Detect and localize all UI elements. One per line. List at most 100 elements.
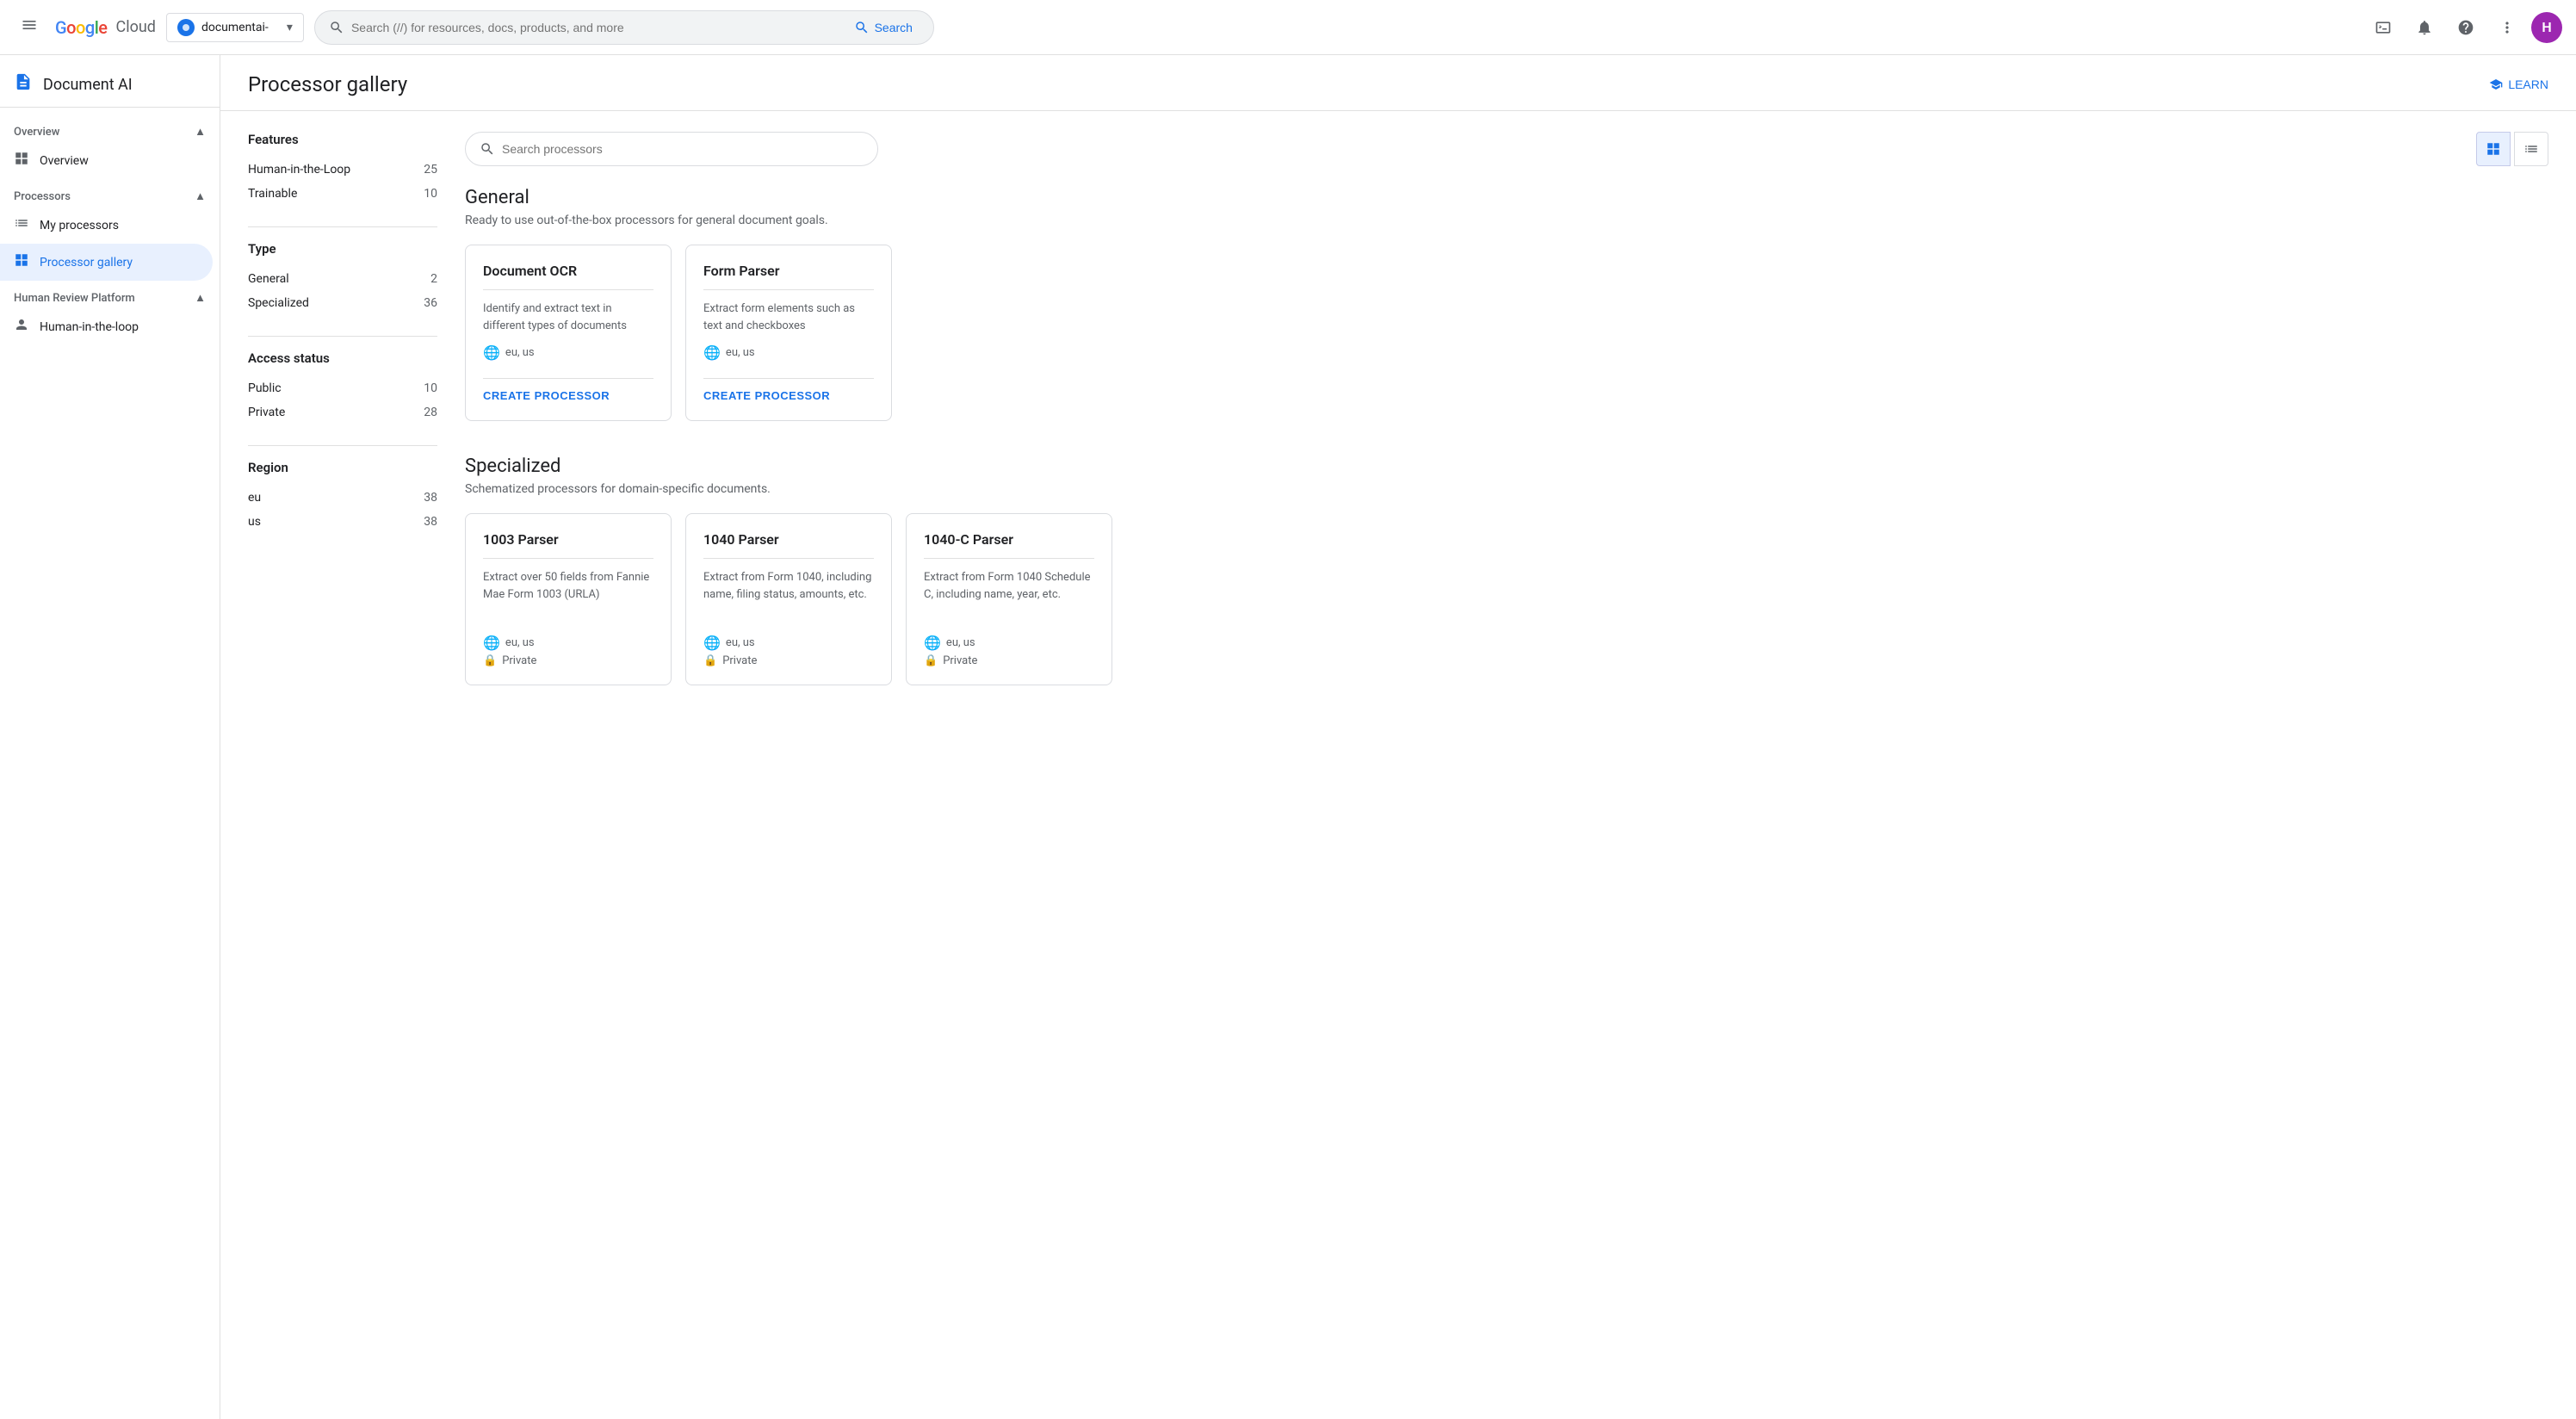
category-general-title: General — [465, 187, 2548, 208]
gallery-area: General Ready to use out-of-the-box proc… — [465, 132, 2548, 720]
card-1040c-parser-access-label: Private — [943, 654, 977, 667]
human-in-loop-icon — [14, 317, 29, 337]
avatar[interactable]: H — [2531, 12, 2562, 43]
filter-feature-hitl-label: Human-in-the-Loop — [248, 163, 350, 177]
globe-icon-5: 🌐 — [924, 635, 941, 651]
list-view-button[interactable] — [2514, 132, 2548, 166]
filter-feature-trainable-label: Trainable — [248, 187, 297, 201]
card-1003-parser-title: 1003 Parser — [483, 531, 653, 548]
sidebar-section-hrp[interactable]: Human Review Platform ▲ — [0, 281, 220, 308]
card-form-parser-regions: 🌐 eu, us — [703, 344, 874, 361]
filter-region-us-count: 38 — [424, 515, 437, 529]
filter-access-private[interactable]: Private 28 — [248, 400, 437, 424]
card-document-ocr-title: Document OCR — [483, 263, 653, 279]
search-button[interactable]: Search — [847, 15, 920, 40]
search-processors-input[interactable] — [502, 142, 864, 156]
filter-access-public[interactable]: Public 10 — [248, 376, 437, 400]
filter-panel: Features Human-in-the-Loop 25 Trainable … — [248, 132, 437, 720]
grid-view-button[interactable] — [2476, 132, 2511, 166]
search-processors-container — [465, 132, 878, 166]
sidebar-section-hrp-chevron: ▲ — [195, 291, 206, 305]
main-content: Processor gallery LEARN Features Human-i… — [220, 55, 2576, 1419]
card-document-ocr-regions: 🌐 eu, us — [483, 344, 653, 361]
filter-type-specialized-count: 36 — [424, 296, 437, 310]
document-ai-icon — [14, 72, 33, 96]
filter-type-specialized[interactable]: Specialized 36 — [248, 291, 437, 315]
sidebar-app-header: Document AI — [0, 62, 220, 108]
filter-section-type: Type General 2 Specialized 36 — [248, 241, 437, 315]
lock-icon-2: 🔒 — [703, 654, 717, 667]
category-general-desc: Ready to use out-of-the-box processors f… — [465, 214, 2548, 227]
card-document-ocr-footer: CREATE PROCESSOR — [483, 378, 653, 403]
general-processor-grid: Document OCR Identify and extract text i… — [465, 245, 2548, 421]
card-document-ocr-regions-label: eu, us — [505, 346, 535, 359]
filter-type-general-label: General — [248, 272, 289, 286]
card-form-parser-desc: Extract form elements such as text and c… — [703, 301, 874, 334]
sidebar-item-my-processors-label: My processors — [40, 219, 119, 232]
list-view-icon — [2523, 141, 2539, 157]
filter-access-public-label: Public — [248, 381, 282, 395]
card-1040-parser-regions: 🌐 eu, us — [703, 635, 874, 651]
card-1040-parser-regions-label: eu, us — [726, 636, 755, 649]
filter-type-title: Type — [248, 241, 437, 257]
card-1003-parser-access-label: Private — [502, 654, 536, 667]
processor-card-document-ocr[interactable]: Document OCR Identify and extract text i… — [465, 245, 672, 421]
global-search-input[interactable] — [351, 21, 847, 34]
grid-view-icon — [2486, 141, 2501, 157]
top-nav: Google Cloud documentai- ▾ Search H — [0, 0, 2576, 55]
search-btn-icon — [854, 20, 870, 35]
filter-type-specialized-label: Specialized — [248, 296, 309, 310]
notifications-icon[interactable] — [2407, 10, 2442, 45]
search-btn-label: Search — [875, 21, 913, 34]
sidebar: Document AI Overview ▲ Overview Processo… — [0, 55, 220, 1419]
sidebar-section-overview[interactable]: Overview ▲ — [0, 115, 220, 142]
menu-icon[interactable] — [14, 9, 45, 45]
my-processors-icon — [14, 215, 29, 235]
processor-card-1003-parser[interactable]: 1003 Parser Extract over 50 fields from … — [465, 513, 672, 685]
sidebar-item-processor-gallery[interactable]: Processor gallery — [0, 244, 213, 281]
globe-icon-2: 🌐 — [703, 344, 721, 361]
filter-region-eu-count: 38 — [424, 491, 437, 505]
sidebar-item-overview[interactable]: Overview — [0, 142, 213, 179]
globe-icon-3: 🌐 — [483, 635, 500, 651]
filter-feature-hitl[interactable]: Human-in-the-Loop 25 — [248, 158, 437, 182]
card-form-parser-footer: CREATE PROCESSOR — [703, 378, 874, 403]
global-search-container: Search — [314, 10, 934, 45]
learn-button[interactable]: LEARN — [2489, 77, 2548, 91]
sidebar-section-processors-chevron: ▲ — [195, 189, 206, 203]
category-specialized-desc: Schematized processors for domain-specif… — [465, 482, 2548, 496]
page-header: Processor gallery LEARN — [220, 55, 2576, 111]
sidebar-item-processor-gallery-label: Processor gallery — [40, 256, 133, 270]
card-1003-parser-desc: Extract over 50 fields from Fannie Mae F… — [483, 569, 653, 624]
card-1003-parser-regions: 🌐 eu, us — [483, 635, 653, 651]
filter-type-general[interactable]: General 2 — [248, 267, 437, 291]
sidebar-item-human-in-the-loop[interactable]: Human-in-the-loop — [0, 308, 213, 345]
filter-region-us[interactable]: us 38 — [248, 510, 437, 534]
processor-card-1040c-parser[interactable]: 1040-C Parser Extract from Form 1040 Sch… — [906, 513, 1112, 685]
terminal-icon[interactable] — [2366, 10, 2400, 45]
processor-card-1040-parser[interactable]: 1040 Parser Extract from Form 1040, incl… — [685, 513, 892, 685]
create-form-parser-button[interactable]: CREATE PROCESSOR — [703, 389, 830, 402]
processor-card-form-parser[interactable]: Form Parser Extract form elements such a… — [685, 245, 892, 421]
filter-region-eu[interactable]: eu 38 — [248, 486, 437, 510]
google-cloud-logo: Google Cloud — [55, 17, 156, 38]
filter-feature-trainable-count: 10 — [424, 187, 437, 201]
category-specialized: Specialized Schematized processors for d… — [465, 455, 2548, 685]
project-selector[interactable]: documentai- ▾ — [166, 13, 304, 42]
card-document-ocr-desc: Identify and extract text in different t… — [483, 301, 653, 334]
sidebar-section-processors[interactable]: Processors ▲ — [0, 179, 220, 207]
card-1003-parser-access: 🔒 Private — [483, 654, 653, 667]
gallery-toolbar — [465, 132, 2548, 166]
learn-label: LEARN — [2508, 77, 2548, 91]
card-1040c-parser-desc: Extract from Form 1040 Schedule C, inclu… — [924, 569, 1094, 624]
filter-feature-trainable[interactable]: Trainable 10 — [248, 182, 437, 206]
sidebar-section-hrp-label: Human Review Platform — [14, 292, 135, 305]
more-menu-icon[interactable] — [2490, 10, 2524, 45]
sidebar-item-my-processors[interactable]: My processors — [0, 207, 213, 244]
cloud-label: Cloud — [116, 18, 156, 36]
filter-access-private-label: Private — [248, 406, 285, 419]
card-1003-parser-regions-label: eu, us — [505, 636, 535, 649]
create-document-ocr-button[interactable]: CREATE PROCESSOR — [483, 389, 610, 402]
help-icon[interactable] — [2449, 10, 2483, 45]
filter-region-eu-label: eu — [248, 491, 261, 505]
